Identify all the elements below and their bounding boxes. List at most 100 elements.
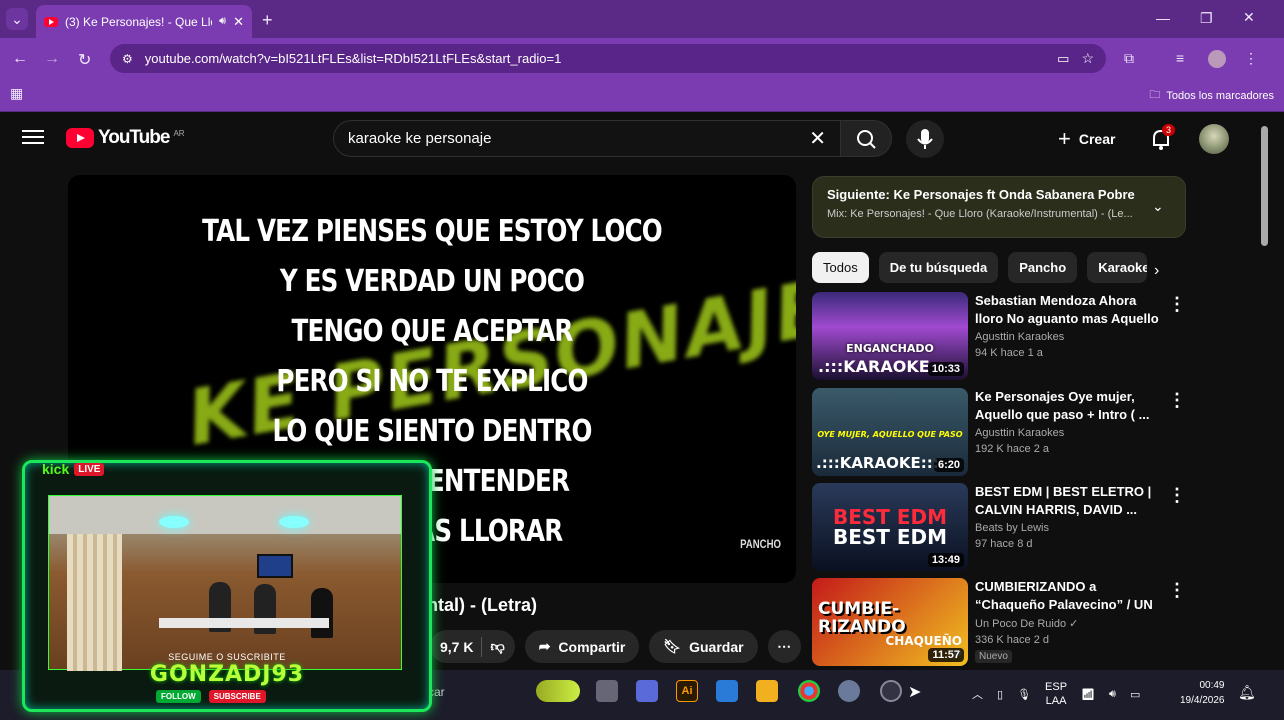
bookmark-star-icon[interactable]: ☆ (1081, 50, 1094, 67)
video-duration: 6:20 (933, 458, 964, 472)
cast-icon[interactable]: ▭ (1057, 51, 1069, 67)
voice-search-button[interactable] (906, 120, 944, 158)
rec-stats: 97 hace 8 d (975, 538, 1033, 550)
chip-pancho[interactable]: Pancho (1008, 252, 1078, 283)
obs-icon[interactable] (880, 680, 902, 702)
create-button[interactable]: + Crear (1058, 124, 1115, 154)
site-info-icon[interactable]: ⚙︎ (122, 52, 133, 66)
video-thumbnail[interactable]: BEST EDM BEST EDM 13:49 (812, 483, 968, 571)
folder-icon: 🗀 (1149, 89, 1161, 101)
thumb-text: BEST EDM (832, 525, 948, 549)
extensions-icon[interactable]: ⧉ (1124, 50, 1134, 67)
menu-hamburger-icon[interactable] (22, 126, 44, 150)
media-controls-icon[interactable]: ≡ (1176, 50, 1184, 66)
video-thumbnail[interactable]: OYE MUJER, AQUELLO QUE PASO .:::KARAOKE:… (812, 388, 968, 476)
page-scrollbar[interactable] (1261, 126, 1268, 246)
more-options-icon[interactable]: ⋮ (1168, 485, 1186, 506)
account-avatar[interactable] (1199, 124, 1229, 154)
search-input[interactable]: karaoke ke personaje ✕ (333, 120, 841, 157)
window-close-icon[interactable]: ✕ (1243, 9, 1255, 26)
keyboard-layout: LAA (1045, 695, 1067, 707)
rec-channel[interactable]: Agusttin Karaokes (975, 427, 1165, 439)
more-options-icon[interactable]: ⋮ (1168, 294, 1186, 315)
chrome-icon[interactable] (798, 680, 820, 702)
dislike-icon[interactable]: 👎︎ (490, 638, 504, 655)
volume-icon[interactable]: 🔊︎ (1109, 688, 1116, 701)
list-item[interactable]: BEST EDM BEST EDM 13:49 BEST EDM | BEST … (812, 483, 1192, 573)
up-next-panel[interactable]: Siguiente: Ke Personajes ft Onda Sabaner… (812, 176, 1186, 238)
widgets-icon[interactable] (536, 680, 580, 702)
rec-channel[interactable]: Un Poco De Ruido ✓ (975, 617, 1165, 630)
all-bookmarks-label: Todos los marcadores (1166, 89, 1274, 102)
rec-stats: 94 K hace 1 a (975, 347, 1043, 359)
apps-grid-icon[interactable]: ▦ (10, 85, 23, 102)
thumb-text: ENGANCHADO (846, 342, 934, 355)
list-item[interactable]: OYE MUJER, AQUELLO QUE PASO .:::KARAOKE:… (812, 388, 1192, 478)
new-tab-icon[interactable]: + (262, 10, 273, 31)
kick-logo: kick (42, 461, 70, 477)
more-options-icon[interactable]: ⋮ (1168, 580, 1186, 601)
live-tag: LIVE (74, 462, 105, 476)
divider (481, 636, 483, 657)
taskbar-clock[interactable]: 00:49 19/4/2026 (1180, 678, 1225, 708)
clear-search-icon[interactable]: ✕ (809, 126, 826, 151)
minimize-icon[interactable]: — (1156, 10, 1170, 26)
task-view-icon[interactable] (596, 680, 618, 702)
video-thumbnail[interactable]: CUMBIE-RIZANDO CHAQUEÑO P 11:57 (812, 578, 968, 666)
rec-title[interactable]: CUMBIERIZANDO a “Chaqueño Palavecino” / … (975, 578, 1165, 614)
chevron-down-icon[interactable]: ⌄ (1152, 198, 1164, 215)
illustrator-icon[interactable]: Ai (676, 680, 698, 702)
chip-karaoke[interactable]: Karaoke (1087, 252, 1148, 283)
tab-search-icon[interactable]: ⌄ (6, 8, 28, 30)
meet-icon[interactable] (636, 680, 658, 702)
search-query: karaoke ke personaje (348, 130, 492, 147)
notification-center-icon[interactable]: 🔔︎ (1238, 684, 1256, 701)
save-button[interactable]: 🔖︎ Guardar (649, 630, 758, 663)
wifi-icon[interactable]: 📶︎ (1081, 688, 1095, 701)
store-icon[interactable] (716, 680, 738, 702)
rec-channel[interactable]: Agusttin Karaokes (975, 331, 1165, 343)
rec-title[interactable]: Ke Personajes Oye mujer, Aquello que pas… (975, 388, 1165, 424)
notifications-button[interactable]: 3 (1148, 124, 1176, 152)
search-button[interactable] (840, 120, 892, 157)
share-button[interactable]: ➦ Compartir (524, 630, 640, 663)
tray-chevron-icon[interactable]: ︿ (972, 686, 983, 702)
mic-tray-icon[interactable]: 🎙︎ (1017, 688, 1031, 701)
video-thumbnail[interactable]: ENGANCHADO .:::KARAOKE 10:33 (812, 292, 968, 380)
rec-channel[interactable]: Beats by Lewis (975, 522, 1165, 534)
address-bar[interactable]: ⚙︎ youtube.com/watch?v=bI521LtFLEs&list=… (110, 44, 1106, 73)
reload-icon[interactable]: ↻ (78, 50, 91, 70)
save-icon: 🔖︎ (663, 638, 682, 654)
cam-tv (257, 554, 293, 578)
battery-icon[interactable]: ▭ (1130, 688, 1140, 701)
rec-title[interactable]: BEST EDM | BEST ELETRO | CALVIN HARRIS, … (975, 483, 1165, 519)
rec-channel-name: Un Poco De Ruido (975, 618, 1067, 630)
profile-avatar[interactable] (1208, 50, 1226, 68)
battery-small-icon[interactable]: ▯ (997, 688, 1003, 701)
like-button[interactable]: 9,7 K 👎︎ (430, 630, 515, 663)
settings-gear-icon[interactable] (838, 680, 860, 702)
rec-title[interactable]: Sebastian Mendoza Ahora lloro No aguanto… (975, 292, 1165, 328)
more-options-icon[interactable]: ⋮ (1168, 390, 1186, 411)
new-badge: Nuevo (975, 650, 1012, 663)
chip-todos[interactable]: Todos (812, 252, 869, 283)
language-indicator[interactable]: ESP LAA (1045, 680, 1067, 708)
tab-close-icon[interactable]: ✕ (233, 14, 244, 30)
browser-menu-icon[interactable]: ⋮ (1244, 50, 1258, 67)
browser-tab-active[interactable]: (3) Ke Personajes! - Que Llo 🔊︎ ✕ (36, 5, 252, 38)
file-explorer-icon[interactable] (756, 680, 778, 702)
all-bookmarks-button[interactable]: 🗀 Todos los marcadores (1149, 86, 1274, 105)
thumb-text: CUMBIE-RIZANDO (818, 599, 906, 637)
list-item[interactable]: ENGANCHADO .:::KARAOKE 10:33 Sebastian M… (812, 292, 1192, 382)
chevron-right-icon[interactable]: › (1154, 262, 1159, 280)
more-actions-button[interactable]: ⋯ (767, 630, 801, 663)
youtube-logo[interactable]: YouTube AR (66, 127, 185, 149)
chip-de-tu-busqueda[interactable]: De tu búsqueda (878, 252, 999, 283)
verified-icon: ✓ (1069, 618, 1079, 630)
bookmarks-bar (0, 78, 1284, 112)
list-item[interactable]: CUMBIE-RIZANDO CHAQUEÑO P 11:57 CUMBIERI… (812, 578, 1192, 668)
restore-icon[interactable]: ❐ (1200, 10, 1213, 27)
forward-icon[interactable]: → (44, 50, 60, 68)
speaker-icon[interactable]: 🔊︎ (219, 15, 226, 28)
back-icon[interactable]: ← (12, 50, 28, 68)
